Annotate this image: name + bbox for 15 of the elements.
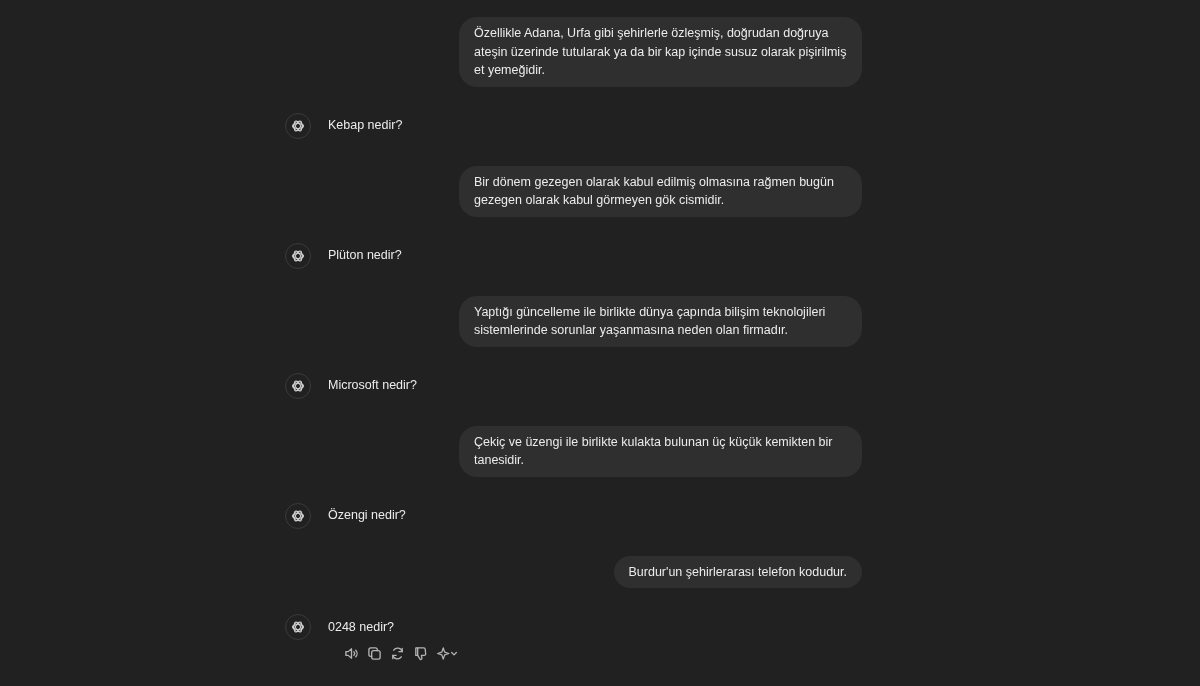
message-bubble: Özellikle Adana, Urfa gibi şehirlerle özleşmiş, doğrudan doğruya ateşin üzerinde tutularak ya da bir kap içinde susuz olarak pişirilmiş et yemeğidir. bbox=[459, 17, 862, 87]
copy-icon[interactable] bbox=[367, 646, 382, 661]
message-bubble: Çekiç ve üzengi ile birlikte kulakta bulunan üç küçük kemikten bir tanesidir. bbox=[459, 425, 862, 477]
sparkle-icon[interactable] bbox=[436, 646, 458, 661]
message-text: Plüton nedir? bbox=[328, 247, 402, 264]
refresh-icon[interactable] bbox=[390, 646, 405, 661]
message-text: Kebap nedir? bbox=[328, 117, 403, 134]
message-text: Microsoft nedir? bbox=[328, 377, 417, 394]
message-bubble: Bir dönem gezegen olarak kabul edilmiş olmasına rağmen bugün gezegen olarak kabul görmeyen gök cismidir. bbox=[459, 165, 862, 217]
message-text: Özengi nedir? bbox=[328, 507, 406, 524]
message-text: 0248 nedir? bbox=[328, 618, 395, 636]
message-bubble: Burdur'un şehirlerarası telefon kodudur. bbox=[613, 555, 862, 588]
message-bubble: Yaptığı güncelleme ile birlikte dünya çapında bilişim teknolojileri sistemlerinde sorunlar yaşanmasına neden olan firmadır. bbox=[459, 295, 862, 347]
speaker-icon[interactable] bbox=[344, 646, 359, 661]
thumbs-down-icon[interactable] bbox=[413, 646, 428, 661]
